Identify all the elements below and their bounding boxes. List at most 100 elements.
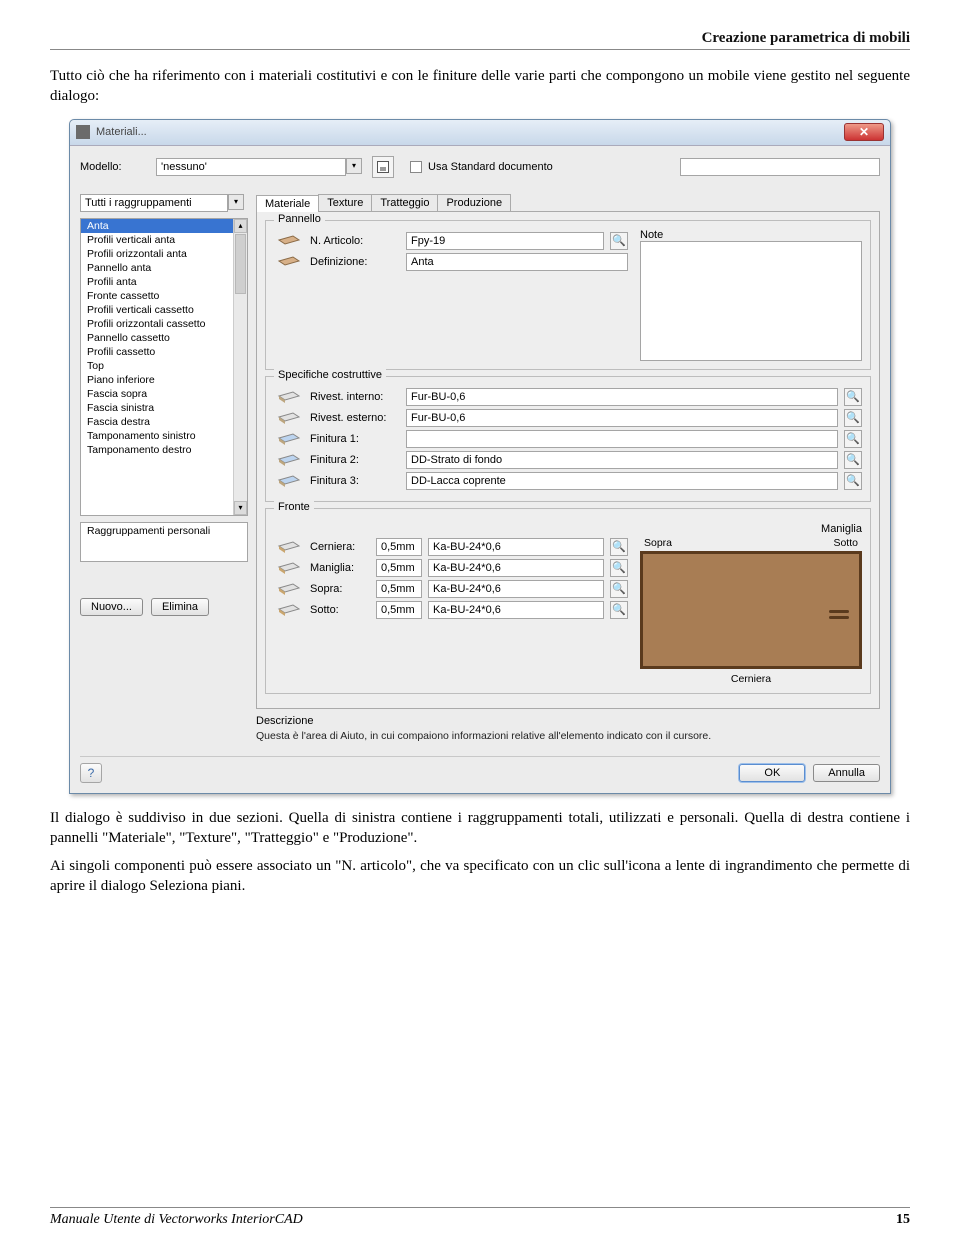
spec-field[interactable] [406, 409, 838, 427]
fronte-label: Sotto: [310, 604, 370, 616]
body-paragraph-2: Ai singoli componenti può essere associa… [50, 856, 910, 897]
right-panel: Materiale Texture Tratteggio Produzione … [256, 194, 880, 742]
fronte-offset-field[interactable] [376, 580, 422, 598]
help-icon: ? [88, 766, 95, 780]
tab-texture[interactable]: Texture [318, 194, 372, 211]
list-item[interactable]: Tamponamento destro [81, 443, 247, 457]
list-item[interactable]: Profili orizzontali anta [81, 247, 247, 261]
fronte-row: Sopra: 🔍 [274, 580, 628, 598]
list-item[interactable]: Pannello cassetto [81, 331, 247, 345]
spec-label: Finitura 1: [310, 433, 400, 445]
scroll-thumb[interactable] [235, 234, 246, 294]
tab-strip: Materiale Texture Tratteggio Produzione [256, 194, 880, 212]
search-icon[interactable]: 🔍 [610, 559, 628, 577]
spec-field[interactable] [406, 451, 838, 469]
definizione-label: Definizione: [310, 256, 400, 268]
description-title: Descrizione [256, 715, 880, 727]
fronte-row: Sotto: 🔍 [274, 601, 628, 619]
scroll-up-icon[interactable]: ▴ [234, 219, 247, 233]
groups-listbox[interactable]: AntaProfili verticali antaProfili orizzo… [80, 218, 248, 516]
search-icon[interactable]: 🔍 [610, 601, 628, 619]
list-item[interactable]: Fascia sinistra [81, 401, 247, 415]
spec-field[interactable] [406, 430, 838, 448]
ok-button[interactable]: OK [739, 764, 805, 782]
surface-icon [274, 411, 304, 425]
list-item[interactable]: Fascia destra [81, 415, 247, 429]
group-fronte-legend: Fronte [274, 501, 314, 513]
list-item[interactable]: Tamponamento sinistro [81, 429, 247, 443]
fronte-value-field[interactable] [428, 601, 604, 619]
help-button[interactable]: ? [80, 763, 102, 783]
groups-combo[interactable] [80, 194, 228, 212]
dialog-title: Materiali... [96, 126, 147, 138]
note-label: Note [640, 229, 862, 241]
list-item[interactable]: Fronte cassetto [81, 289, 247, 303]
list-item[interactable]: Fascia sopra [81, 387, 247, 401]
spec-row: Rivest. esterno:🔍 [274, 409, 862, 427]
close-button[interactable]: ✕ [844, 123, 884, 141]
spec-row: Finitura 3:🔍 [274, 472, 862, 490]
tab-materiale[interactable]: Materiale [256, 195, 319, 212]
page-footer: Manuale Utente di Vectorworks InteriorCA… [50, 1207, 910, 1228]
list-item[interactable]: Profili anta [81, 275, 247, 289]
group-pannello: Pannello N. Articolo: � [265, 220, 871, 370]
delete-button[interactable]: Elimina [151, 598, 209, 616]
fronte-value-field[interactable] [428, 580, 604, 598]
model-label: Modello: [80, 161, 150, 173]
list-item[interactable]: Pannello anta [81, 261, 247, 275]
scroll-down-icon[interactable]: ▾ [234, 501, 247, 515]
n-articolo-label: N. Articolo: [310, 235, 400, 247]
surface-icon [274, 390, 304, 404]
scrollbar[interactable]: ▴ ▾ [233, 219, 247, 515]
fronte-offset-field[interactable] [376, 538, 422, 556]
group-fronte: Fronte Cerniera:🔍Maniglia:🔍Sopra:🔍Sotto:… [265, 508, 871, 694]
spec-label: Finitura 2: [310, 454, 400, 466]
list-item[interactable]: Anta [81, 219, 247, 233]
materials-dialog: Materiali... ✕ Modello: ▾ Usa Standard d… [69, 119, 891, 794]
use-standard-checkbox[interactable] [410, 161, 422, 173]
surface-icon [274, 453, 304, 467]
spec-label: Rivest. interno: [310, 391, 400, 403]
new-button[interactable]: Nuovo... [80, 598, 143, 616]
search-icon[interactable]: 🔍 [610, 232, 628, 250]
model-combo[interactable] [156, 158, 346, 176]
fronte-label: Sopra: [310, 583, 370, 595]
fronte-offset-field[interactable] [376, 601, 422, 619]
search-icon[interactable]: 🔍 [610, 538, 628, 556]
fronte-value-field[interactable] [428, 559, 604, 577]
fronte-offset-field[interactable] [376, 559, 422, 577]
list-item[interactable]: Profili orizzontali cassetto [81, 317, 247, 331]
fronte-value-field[interactable] [428, 538, 604, 556]
list-item[interactable]: Piano inferiore [81, 373, 247, 387]
top-right-field[interactable] [680, 158, 880, 176]
list-item[interactable]: Profili verticali cassetto [81, 303, 247, 317]
save-button[interactable] [372, 156, 394, 178]
search-icon[interactable]: 🔍 [844, 409, 862, 427]
definizione-field[interactable] [406, 253, 628, 271]
spec-field[interactable] [406, 472, 838, 490]
personal-groups-box[interactable]: Raggruppamenti personali [80, 522, 248, 562]
search-icon[interactable]: 🔍 [844, 472, 862, 490]
preview-label-sotto: Sotto [833, 537, 858, 549]
cancel-button[interactable]: Annulla [813, 764, 880, 782]
list-item[interactable]: Profili cassetto [81, 345, 247, 359]
search-icon[interactable]: 🔍 [610, 580, 628, 598]
chevron-down-icon[interactable]: ▾ [228, 194, 244, 210]
note-textarea[interactable] [640, 241, 862, 361]
search-icon[interactable]: 🔍 [844, 430, 862, 448]
search-icon[interactable]: 🔍 [844, 388, 862, 406]
edge-icon [274, 561, 304, 575]
app-icon [76, 125, 90, 139]
edge-icon [274, 582, 304, 596]
list-item[interactable]: Profili verticali anta [81, 233, 247, 247]
n-articolo-field[interactable] [406, 232, 604, 250]
group-specifiche-legend: Specifiche costruttive [274, 369, 386, 381]
spec-field[interactable] [406, 388, 838, 406]
chevron-down-icon[interactable]: ▾ [346, 158, 362, 174]
close-icon: ✕ [859, 125, 869, 139]
tab-tratteggio[interactable]: Tratteggio [371, 194, 438, 211]
footer-title: Manuale Utente di Vectorworks InteriorCA… [50, 1212, 303, 1228]
list-item[interactable]: Top [81, 359, 247, 373]
tab-produzione[interactable]: Produzione [437, 194, 511, 211]
search-icon[interactable]: 🔍 [844, 451, 862, 469]
